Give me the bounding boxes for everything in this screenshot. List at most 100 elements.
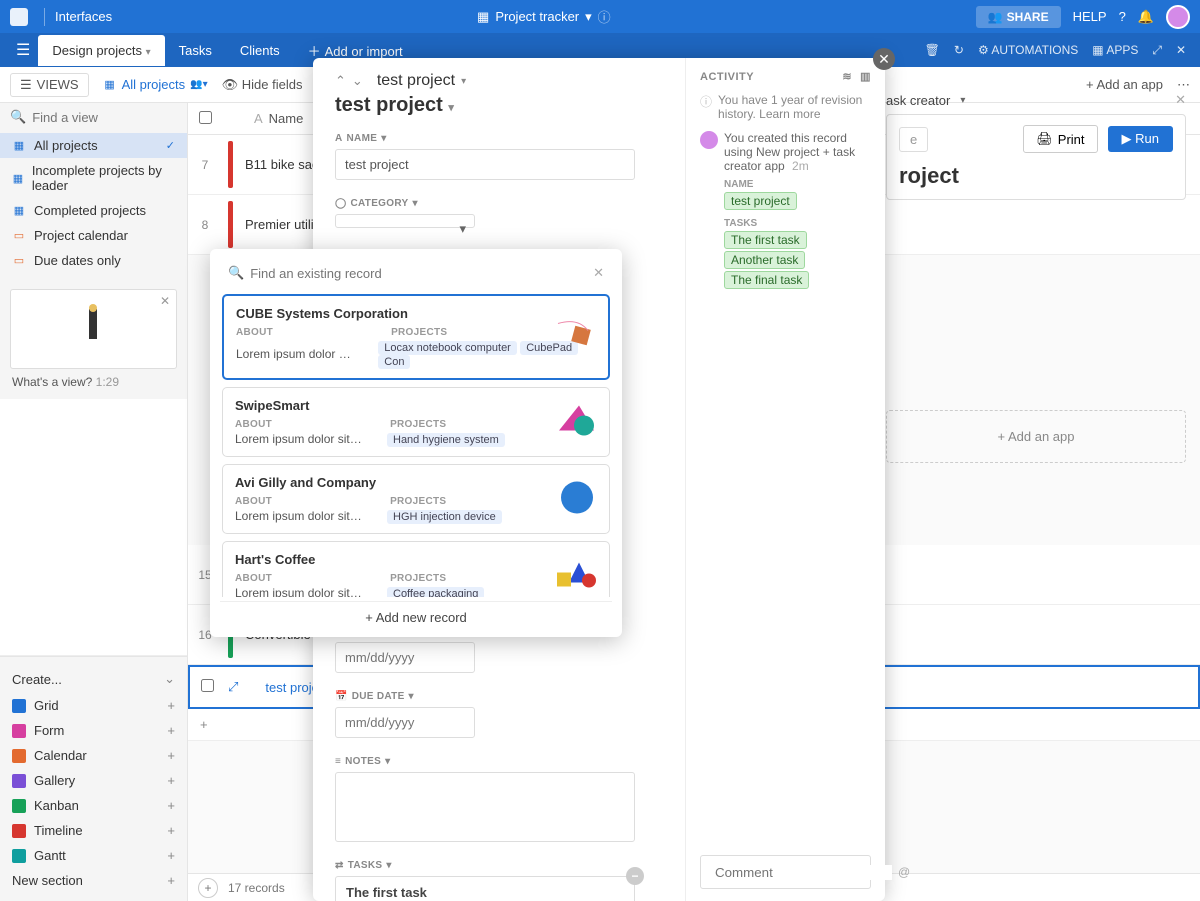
search-icon: 🔍 <box>228 265 244 281</box>
record-thumbnail-icon <box>549 401 599 444</box>
text-icon: A <box>254 111 263 126</box>
interfaces-link[interactable]: Interfaces <box>55 9 112 24</box>
view-type-icon <box>12 749 26 763</box>
view-item[interactable]: ▦Completed projects <box>0 198 187 223</box>
view-type-icon <box>12 699 26 713</box>
link-record-card[interactable]: SwipeSmart ABOUTPROJECTS Lorem ipsum dol… <box>222 387 610 457</box>
add-app-card[interactable]: + Add an app <box>886 410 1186 463</box>
hide-fields-button[interactable]: 👁 Hide fields <box>222 77 303 93</box>
automations-link[interactable]: ⚙ AUTOMATIONS <box>978 43 1078 57</box>
create-view-item[interactable]: Calendar+ <box>0 743 187 768</box>
table-tab-tasks[interactable]: Tasks <box>165 35 226 66</box>
share-button[interactable]: 👥SHARE <box>976 6 1061 28</box>
create-view-item[interactable]: Gallery+ <box>0 768 187 793</box>
name-input[interactable] <box>335 149 635 180</box>
cal-icon: ▭ <box>12 229 26 243</box>
new-section-button[interactable]: New section+ <box>0 868 187 893</box>
chevron-down-icon[interactable]: ▾ <box>448 102 454 114</box>
app-logo-icon[interactable] <box>10 8 28 26</box>
chevron-down-icon[interactable]: ▾ <box>146 47 151 58</box>
table-tab-clients[interactable]: Clients <box>226 35 294 66</box>
views-sidebar: 🔍 ⚙ ▦All projects✓▦Incomplete projects b… <box>0 103 188 901</box>
video-thumbnail[interactable]: ✕ <box>10 289 177 369</box>
rss-icon[interactable]: ≋ <box>842 70 852 83</box>
base-title[interactable]: Project tracker <box>495 9 579 24</box>
close-popup-icon[interactable]: ✕ <box>593 265 604 281</box>
next-record-icon[interactable]: ⌄ <box>352 73 363 89</box>
create-view-item[interactable]: Gantt+ <box>0 843 187 868</box>
link-record-card[interactable]: CUBE Systems Corporation ABOUTPROJECTS L… <box>222 294 610 380</box>
column-name[interactable]: Name <box>269 111 304 126</box>
prev-record-icon[interactable]: ⌃ <box>335 73 346 89</box>
app-input[interactable]: e <box>899 127 928 152</box>
info-icon[interactable]: ⓘ <box>598 7 611 26</box>
cal-icon: ▭ <box>12 254 26 268</box>
apps-panel: ask creator ▾ ✕ e 🖨 Print ▶ Run roject + … <box>886 92 1186 463</box>
search-icon: 🔍 <box>10 109 26 125</box>
add-record-fab[interactable]: + <box>198 878 218 898</box>
due-input[interactable] <box>335 707 475 738</box>
record-title[interactable]: test project <box>335 94 443 116</box>
find-view-input[interactable] <box>32 110 208 125</box>
help-icon[interactable]: ? <box>1119 9 1126 24</box>
current-view[interactable]: ▦All projects 👥▾ <box>103 77 208 92</box>
create-view-item[interactable]: Timeline+ <box>0 818 187 843</box>
field-label-notes: ≡NOTES▾ <box>335 756 663 767</box>
help-link[interactable]: HELP <box>1073 9 1107 24</box>
view-item[interactable]: ▭Project calendar <box>0 223 187 248</box>
chevron-down-icon[interactable]: ▾ <box>960 95 965 106</box>
link-search-input[interactable] <box>250 266 587 281</box>
record-nav-title: test project <box>377 72 455 90</box>
kickoff-input[interactable] <box>335 642 475 673</box>
expand-icon[interactable]: ⤢ <box>1152 43 1162 58</box>
linked-task[interactable]: The first task− <box>335 876 635 901</box>
comment-input[interactable] <box>715 865 892 880</box>
activity-text: You created this record using New projec… <box>724 131 855 173</box>
remove-link-icon[interactable]: − <box>626 867 644 885</box>
run-button[interactable]: ▶ Run <box>1108 126 1173 152</box>
close-icon[interactable]: ✕ <box>1176 43 1186 57</box>
field-label-name: ANAME▾ <box>335 133 663 144</box>
notes-textarea[interactable] <box>335 772 635 842</box>
record-thumbnail-icon <box>549 478 599 521</box>
link-record-card[interactable]: Hart's Coffee ABOUTPROJECTS Lorem ipsum … <box>222 541 610 597</box>
activity-name-value: test project <box>724 192 797 210</box>
layout-icon[interactable]: ▥ <box>860 70 871 83</box>
category-select[interactable] <box>335 214 475 228</box>
chevron-down-icon[interactable]: ▾ <box>461 76 466 87</box>
view-type-icon <box>12 774 26 788</box>
views-button[interactable]: ☰ VIEWS <box>10 73 89 97</box>
at-icon[interactable]: @ <box>898 865 910 879</box>
print-button[interactable]: 🖨 Print <box>1023 125 1097 153</box>
add-new-record-button[interactable]: + Add new record <box>220 601 612 629</box>
close-thumb-icon[interactable]: ✕ <box>160 294 170 308</box>
add-app-button[interactable]: + Add an app <box>1086 77 1163 92</box>
view-item[interactable]: ▦All projects✓ <box>0 133 187 158</box>
trash-icon[interactable]: 🗑 <box>925 43 940 57</box>
create-view-item[interactable]: Kanban+ <box>0 793 187 818</box>
expand-icon[interactable]: ⤢ <box>228 679 238 695</box>
more-icon[interactable]: ⋯ <box>1177 77 1190 93</box>
view-item[interactable]: ▦Incomplete projects by leader <box>0 158 187 198</box>
select-all-checkbox[interactable] <box>199 111 212 124</box>
apps-link[interactable]: ▦ APPS <box>1092 43 1138 57</box>
history-icon[interactable]: ↻ <box>954 43 964 57</box>
chevron-down-icon[interactable]: ▾ <box>585 9 592 25</box>
app-name[interactable]: ask creator <box>886 93 950 108</box>
learn-more-link[interactable]: Learn more <box>759 107 820 121</box>
create-view-item[interactable]: Form+ <box>0 718 187 743</box>
app-output-title: roject <box>899 163 1173 189</box>
table-tab-design-projects[interactable]: Design projects ▾ <box>38 35 164 66</box>
close-record-icon[interactable]: ✕ <box>873 48 895 70</box>
activity-task-pill: Another task <box>724 251 805 269</box>
menu-icon[interactable]: ☰ <box>8 40 38 60</box>
activity-task-pill: The final task <box>724 271 809 289</box>
create-header[interactable]: Create...⌄ <box>0 665 187 693</box>
user-avatar[interactable] <box>1166 5 1190 29</box>
view-item[interactable]: ▭Due dates only <box>0 248 187 273</box>
create-view-item[interactable]: Grid+ <box>0 693 187 718</box>
close-app-icon[interactable]: ✕ <box>1175 92 1186 108</box>
bell-icon[interactable]: 🔔 <box>1138 9 1154 25</box>
link-record-card[interactable]: Avi Gilly and Company ABOUTPROJECTS Lore… <box>222 464 610 534</box>
activity-task-pill: The first task <box>724 231 807 249</box>
